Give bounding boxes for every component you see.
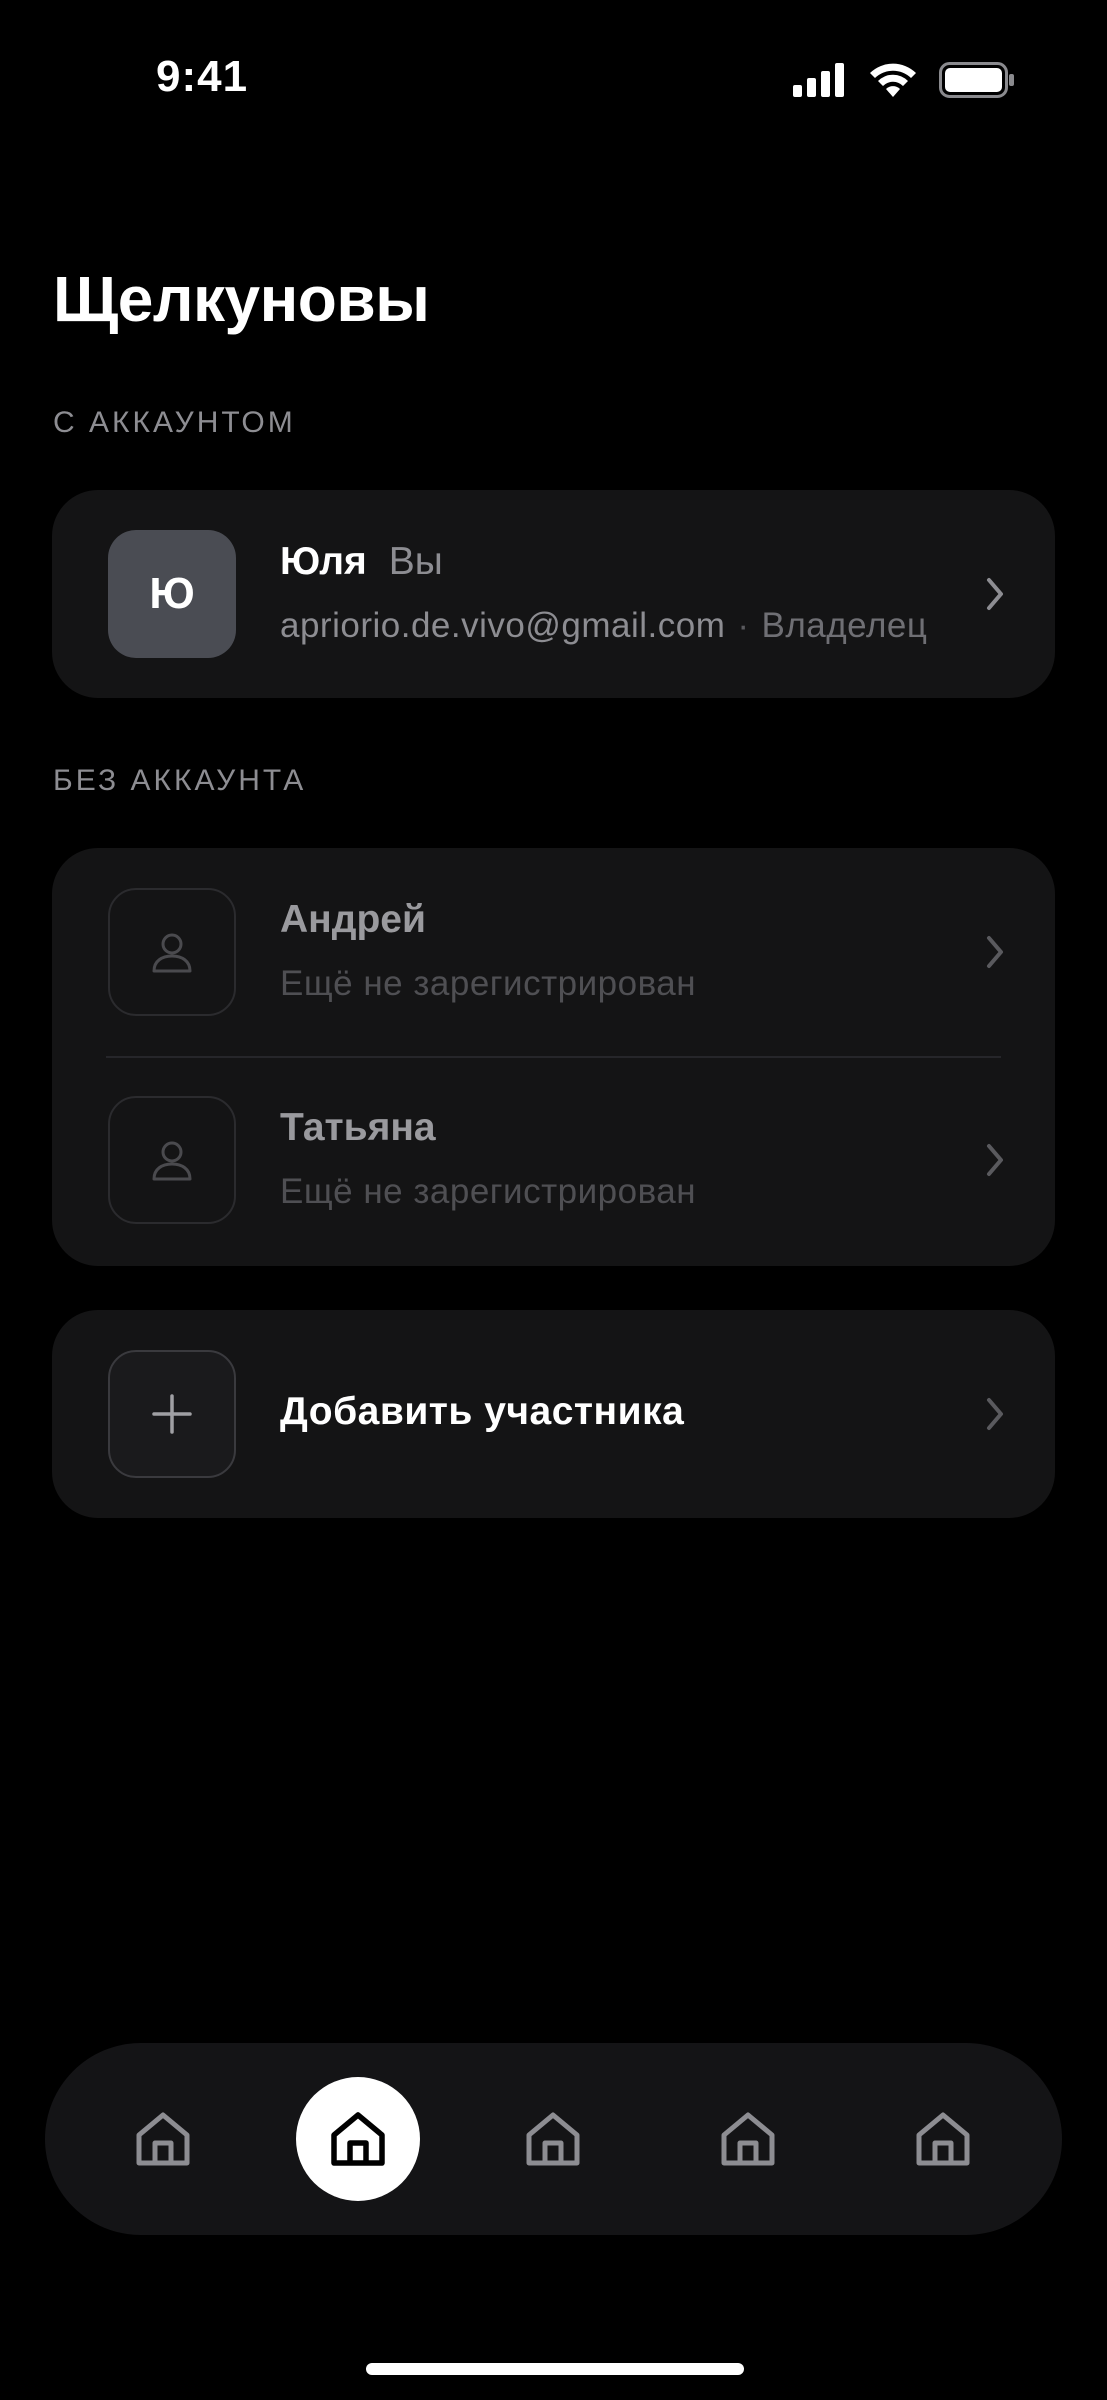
person-icon <box>152 933 192 973</box>
section-label-without-account: БЕЗ АККАУНТА <box>53 764 307 797</box>
chevron-right-icon <box>987 1144 1003 1176</box>
member-name: Андрей <box>280 898 426 941</box>
home-icon <box>136 2112 190 2166</box>
member-info: Татьяна Ещё не зарегистрирован <box>280 1106 975 1212</box>
tab-5[interactable] <box>881 2043 1005 2235</box>
active-tab-indicator <box>296 2077 420 2201</box>
tab-2[interactable] <box>296 2043 420 2235</box>
wifi-icon <box>870 63 916 97</box>
member-email: apriorio.de.vivo@gmail.com <box>280 606 726 645</box>
members-without-account-card: Андрей Ещё не зарегистрирован Татьяна Ещ… <box>52 848 1055 1266</box>
home-indicator[interactable] <box>366 2363 744 2375</box>
member-status: Ещё не зарегистрирован <box>280 1172 697 1211</box>
battery-icon <box>939 62 1014 98</box>
status-icons <box>793 62 1015 98</box>
avatar: Ю <box>108 530 236 658</box>
member-info: Юля Вы apriorio.de.vivo@gmail.com · Владеле… <box>280 540 975 646</box>
plus-icon <box>152 1394 192 1434</box>
you-label: Вы <box>388 540 443 583</box>
tab-bar <box>45 2043 1062 2235</box>
person-icon <box>152 1141 192 1181</box>
member-name: Юля <box>280 540 367 583</box>
avatar-placeholder <box>108 1096 236 1224</box>
member-info: Андрей Ещё не зарегистрирован <box>280 898 975 1004</box>
member-status: Ещё не зарегистрирован <box>280 964 697 1003</box>
home-icon <box>916 2112 970 2166</box>
members-with-account-card: Ю Юля Вы apriorio.de.vivo@gmail.com · Владе… <box>52 490 1055 698</box>
status-bar: 9:41 <box>0 0 1107 160</box>
member-role: Владелец <box>761 606 928 645</box>
member-row-yulia[interactable]: Ю Юля Вы apriorio.de.vivo@gmail.com · Владе… <box>52 490 1055 698</box>
tab-1[interactable] <box>101 2043 225 2235</box>
home-icon <box>331 2112 385 2166</box>
add-icon-box <box>108 1350 236 1478</box>
add-member-row: Добавить участника <box>52 1310 1055 1518</box>
tab-4[interactable] <box>686 2043 810 2235</box>
chevron-right-icon <box>987 578 1003 610</box>
status-time: 9:41 <box>156 52 249 101</box>
chevron-right-icon <box>987 936 1003 968</box>
member-name: Татьяна <box>280 1106 436 1149</box>
separator-dot: · <box>737 606 750 645</box>
avatar-placeholder <box>108 888 236 1016</box>
chevron-right-icon <box>987 1398 1003 1430</box>
page-title: Щелкуновы <box>53 263 430 335</box>
home-icon <box>721 2112 775 2166</box>
member-name-line: Юля Вы <box>280 540 975 584</box>
section-label-with-account: С АККАУНТОМ <box>53 406 296 439</box>
add-member-label: Добавить участника <box>280 1390 685 1433</box>
tab-3[interactable] <box>491 2043 615 2235</box>
member-row-tatyana[interactable]: Татьяна Ещё не зарегистрирован <box>52 1056 1055 1264</box>
home-icon <box>526 2112 580 2166</box>
member-details: apriorio.de.vivo@gmail.com · Владелец <box>280 606 975 646</box>
cellular-signal-icon <box>793 63 844 97</box>
member-row-andrey[interactable]: Андрей Ещё не зарегистрирован <box>52 848 1055 1056</box>
add-member-button[interactable]: Добавить участника <box>52 1310 1055 1518</box>
